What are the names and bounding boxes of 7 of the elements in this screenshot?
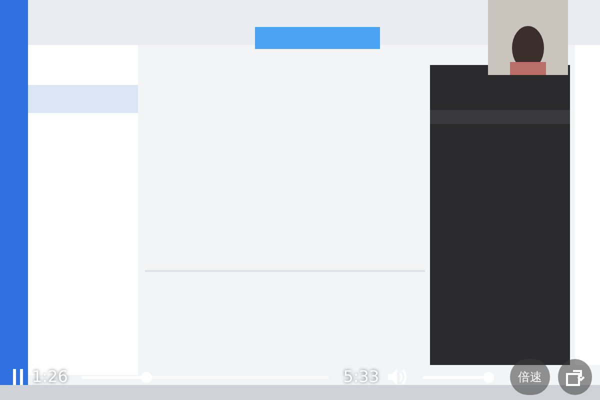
- rotate-button[interactable]: [558, 359, 592, 395]
- total-time: 5:33: [343, 366, 380, 388]
- speed-button[interactable]: 倍速: [510, 359, 550, 395]
- pause-button[interactable]: [12, 369, 24, 385]
- rotate-icon: [564, 367, 585, 387]
- elapsed-time: 1:26: [32, 366, 68, 388]
- volume-icon[interactable]: [387, 367, 410, 387]
